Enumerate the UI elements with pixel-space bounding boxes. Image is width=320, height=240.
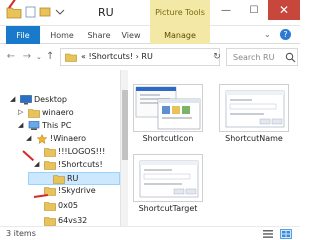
expand-chevron-icon[interactable]: ◢	[26, 134, 34, 142]
tree-item-desktop[interactable]: ◢ Desktop	[0, 94, 120, 107]
computer-icon	[28, 121, 40, 130]
tab-file[interactable]: File	[6, 26, 40, 44]
tree-item-winaero[interactable]: ▷ winaero	[0, 107, 120, 120]
large-icons-view-icon[interactable]	[280, 229, 292, 239]
ribbon-expand-icon[interactable]: ⌄	[264, 30, 274, 40]
tab-home[interactable]: Home	[48, 26, 76, 44]
navigation-pane-scrollbar[interactable]	[120, 70, 128, 226]
file-item-shortcut-name[interactable]: ShortcutName	[218, 84, 290, 143]
tree-item-64vs32[interactable]: 64vs32	[0, 215, 120, 226]
folder-icon	[44, 202, 56, 211]
tree-item-label: 0x05	[58, 201, 79, 210]
item-count: 3 items	[6, 229, 36, 238]
refresh-icon[interactable]: ↻	[210, 48, 224, 66]
folder-icon	[44, 161, 56, 170]
tree-item-ru[interactable]: RU	[28, 172, 120, 185]
folder-icon	[28, 109, 40, 118]
file-name: ShortcutName	[225, 134, 283, 143]
tree-item-label: winaero	[42, 108, 74, 117]
star-icon	[36, 134, 48, 144]
tree-item-skydrive[interactable]: !Skydrive	[0, 185, 120, 198]
close-button[interactable]: ✕	[268, 0, 300, 20]
file-thumbnail[interactable]	[133, 154, 203, 202]
folder-icon	[53, 175, 65, 184]
file-item-shortcut-icon[interactable]: ShortcutIcon	[132, 84, 204, 143]
tree-item-label: RU	[67, 174, 79, 183]
maximize-button[interactable]: ☐	[240, 0, 268, 20]
search-icon[interactable]	[285, 52, 296, 63]
folder-icon	[65, 53, 77, 62]
tree-item-label: 64vs32	[58, 216, 88, 225]
forward-arrow-icon[interactable]: →	[20, 50, 34, 64]
tree-item-label: !Skydrive	[58, 186, 96, 195]
recent-locations-chevron-icon[interactable]: ⌄	[36, 50, 42, 64]
tree-item-shortcuts[interactable]: ◢ !Shortcuts!	[0, 159, 120, 172]
file-name: ShortcutTarget	[138, 204, 198, 213]
tree-item-label: Desktop	[34, 95, 67, 104]
tree-item-label: This PC	[42, 121, 72, 130]
address-bar[interactable]: « !Shortcuts! › RU	[60, 48, 220, 66]
file-name: ShortcutIcon	[142, 134, 194, 143]
window-title: RU	[98, 6, 114, 19]
file-thumbnail[interactable]	[133, 84, 203, 132]
screenshot-preview-image	[139, 160, 199, 198]
screenshot-preview-image	[225, 90, 285, 128]
file-thumbnail[interactable]	[219, 84, 289, 132]
address-path: « !Shortcuts! › RU	[81, 52, 153, 61]
search-placeholder: Search RU	[233, 53, 275, 62]
expand-chevron-icon[interactable]: ◢	[34, 160, 42, 168]
back-arrow-icon[interactable]: ←	[4, 50, 18, 64]
minimize-button[interactable]: —	[212, 0, 240, 20]
title-bar: RU Picture Tools — ☐ ✕	[0, 0, 300, 26]
tree-item-logos[interactable]: !!!LOGOS!!!	[0, 146, 120, 159]
navigation-bar: ← → ⌄ ↑ « !Shortcuts! › RU ↻ Search RU	[0, 44, 300, 70]
collapse-chevron-icon[interactable]: ▷	[18, 108, 26, 116]
tree-item-this-pc[interactable]: ◢ This PC	[0, 120, 120, 133]
contextual-tab-group-title: Picture Tools	[150, 0, 210, 26]
ribbon-tabs: File Home Share View Manage ⌄ ?	[0, 26, 300, 44]
tree-item-label: !Shortcuts!	[58, 160, 103, 169]
tab-manage[interactable]: Manage	[150, 26, 210, 44]
desktop-icon	[20, 95, 32, 105]
status-bar: 3 items	[0, 226, 300, 240]
screenshot-preview-image	[135, 86, 201, 130]
quick-access-toolbar[interactable]	[24, 5, 66, 19]
help-icon[interactable]: ?	[280, 29, 291, 40]
expand-chevron-icon[interactable]: ◢	[18, 121, 26, 129]
up-arrow-icon[interactable]: ↑	[46, 50, 54, 64]
file-item-shortcut-target[interactable]: ShortcutTarget	[132, 154, 204, 213]
tree-item-label: !!!LOGOS!!!	[58, 147, 106, 156]
tree-item-0x05[interactable]: 0x05	[0, 200, 120, 213]
file-list: ShortcutIcon ShortcutName ShortcutTarget	[130, 70, 300, 226]
tree-item-winaero-starred[interactable]: ◢ !Winaero	[0, 133, 120, 146]
folder-icon	[44, 217, 56, 226]
folder-icon	[44, 148, 56, 157]
tab-share[interactable]: Share	[84, 26, 114, 44]
scrollbar-thumb[interactable]	[122, 90, 128, 160]
navigation-pane: ◢ Desktop ▷ winaero ◢ This PC ◢ !Winaero…	[0, 70, 120, 226]
search-box[interactable]: Search RU	[226, 48, 298, 66]
expand-chevron-icon[interactable]: ◢	[10, 95, 18, 103]
details-view-icon[interactable]	[262, 229, 274, 239]
tree-item-label: !Winaero	[50, 134, 87, 143]
tab-view[interactable]: View	[118, 26, 144, 44]
